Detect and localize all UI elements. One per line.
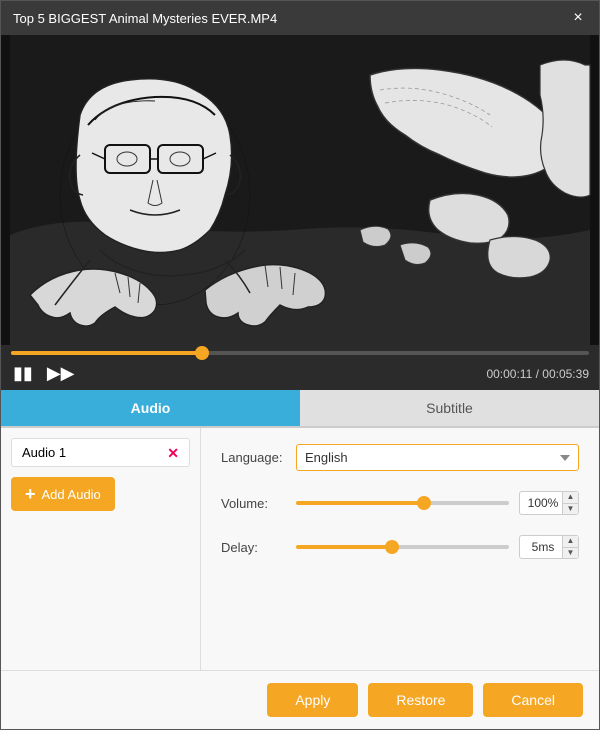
controls-row: ▮▮ ▶▶ 00:00:11 / 00:05:39 — [11, 361, 589, 386]
remove-audio-button[interactable]: ✕ — [167, 446, 179, 460]
volume-up-button[interactable]: ▲ — [562, 492, 578, 504]
current-time: 00:00:11 — [486, 367, 532, 381]
language-row: Language: English French Spanish German … — [221, 444, 579, 471]
title-bar: Top 5 BIGGEST Animal Mysteries EVER.MP4 … — [1, 1, 599, 35]
tabs-row: Audio Subtitle — [1, 390, 599, 428]
delay-track[interactable] — [296, 545, 509, 549]
audio-track-item: Audio 1 ✕ — [11, 438, 190, 467]
volume-spinners: ▲ ▼ — [562, 492, 578, 514]
volume-control: ▲ ▼ — [296, 491, 579, 515]
audio-track-label: Audio 1 — [22, 445, 66, 460]
volume-input-wrap: ▲ ▼ — [519, 491, 579, 515]
delay-input-wrap: ▲ ▼ — [519, 535, 579, 559]
volume-thumb[interactable] — [417, 496, 431, 510]
controls-bar: ▮▮ ▶▶ 00:00:11 / 00:05:39 — [1, 345, 599, 390]
video-preview — [1, 35, 599, 345]
time-display: 00:00:11 / 00:05:39 — [486, 367, 589, 381]
video-area — [1, 35, 599, 345]
delay-control: ▲ ▼ — [296, 535, 579, 559]
language-select[interactable]: English French Spanish German Japanese C… — [296, 444, 579, 471]
skip-forward-icon: ▶▶ — [47, 363, 75, 384]
pause-icon: ▮▮ — [13, 363, 33, 384]
panel-area: Audio 1 ✕ + Add Audio Language: English … — [1, 428, 599, 670]
video-frame — [1, 35, 599, 345]
cancel-button[interactable]: Cancel — [483, 683, 583, 717]
pause-button[interactable]: ▮▮ — [11, 361, 35, 386]
main-window: Top 5 BIGGEST Animal Mysteries EVER.MP4 … — [0, 0, 600, 730]
settings-panel: Language: English French Spanish German … — [201, 428, 599, 670]
language-label: Language: — [221, 450, 296, 465]
delay-up-button[interactable]: ▲ — [562, 536, 578, 548]
progress-fill — [11, 351, 202, 355]
restore-button[interactable]: Restore — [368, 683, 473, 717]
close-button[interactable]: × — [569, 9, 587, 27]
tab-audio[interactable]: Audio — [1, 390, 300, 426]
delay-label: Delay: — [221, 540, 296, 555]
progress-track[interactable] — [11, 351, 589, 355]
tab-subtitle[interactable]: Subtitle — [300, 390, 599, 426]
volume-slider-wrap[interactable] — [296, 493, 509, 513]
delay-slider-wrap[interactable] — [296, 537, 509, 557]
volume-row: Volume: ▲ ▼ — [221, 491, 579, 515]
footer: Apply Restore Cancel — [1, 670, 599, 729]
progress-thumb[interactable] — [195, 346, 209, 360]
apply-button[interactable]: Apply — [267, 683, 358, 717]
window-title: Top 5 BIGGEST Animal Mysteries EVER.MP4 — [13, 11, 277, 26]
delay-down-button[interactable]: ▼ — [562, 548, 578, 559]
audio-list-panel: Audio 1 ✕ + Add Audio — [1, 428, 201, 670]
delay-thumb[interactable] — [385, 540, 399, 554]
delay-spinners: ▲ ▼ — [562, 536, 578, 558]
plus-icon: + — [25, 485, 36, 503]
delay-row: Delay: ▲ ▼ — [221, 535, 579, 559]
playback-controls: ▮▮ ▶▶ — [11, 361, 77, 386]
add-audio-button[interactable]: + Add Audio — [11, 477, 115, 511]
volume-down-button[interactable]: ▼ — [562, 504, 578, 515]
add-audio-label: Add Audio — [42, 487, 101, 502]
total-time: 00:05:39 — [542, 367, 589, 381]
volume-label: Volume: — [221, 496, 296, 511]
skip-forward-button[interactable]: ▶▶ — [45, 361, 77, 386]
language-control: English French Spanish German Japanese C… — [296, 444, 579, 471]
volume-track[interactable] — [296, 501, 509, 505]
progress-row[interactable] — [11, 351, 589, 355]
